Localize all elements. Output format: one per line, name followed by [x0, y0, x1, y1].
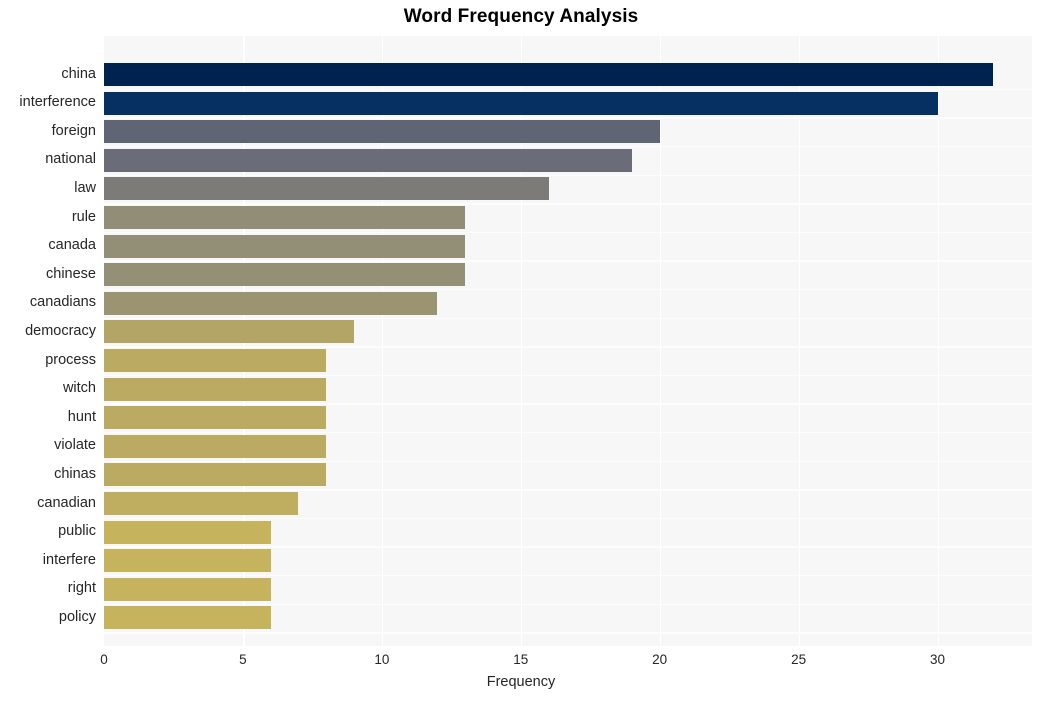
y-axis-tick-label: law	[74, 179, 96, 196]
x-axis-tick-label: 5	[239, 652, 247, 667]
gridline-horizontal	[104, 260, 1032, 262]
y-axis-tick-label: interference	[19, 94, 96, 111]
bar[interactable]	[104, 606, 271, 630]
gridline-horizontal	[104, 317, 1032, 319]
bar[interactable]	[104, 406, 327, 430]
bar[interactable]	[104, 91, 938, 115]
y-axis-tick-label: chinas	[54, 465, 96, 482]
y-axis-tick-label: rule	[71, 208, 96, 225]
y-axis-tick-label: china	[61, 65, 96, 82]
gridline-horizontal	[104, 117, 1032, 119]
x-axis-tick-label: 10	[374, 652, 390, 667]
y-axis-tick-label: canadians	[29, 294, 96, 311]
plot-area	[104, 36, 1032, 646]
y-axis-tick-label: right	[67, 580, 96, 597]
y-axis-tick-label: chinese	[46, 265, 96, 282]
gridline-horizontal	[104, 203, 1032, 205]
y-axis-tick-label: witch	[62, 380, 96, 397]
y-axis-tick-labels: china interference foreign national law rule c…	[0, 0, 96, 701]
gridline-vertical	[798, 36, 801, 646]
gridline-horizontal	[104, 346, 1032, 348]
gridline-horizontal	[104, 88, 1032, 91]
gridline-vertical	[659, 36, 662, 646]
x-axis-tick-label: 30	[930, 652, 946, 667]
bar[interactable]	[104, 177, 549, 201]
y-axis-tick-label: violate	[54, 437, 96, 454]
chart-figure: Word Frequency Analysis china interferenc…	[0, 0, 1042, 701]
gridline-horizontal	[104, 632, 1032, 634]
gridline-horizontal	[104, 432, 1032, 434]
bar[interactable]	[104, 263, 466, 287]
bar[interactable]	[104, 120, 660, 144]
gridline-horizontal	[104, 174, 1032, 176]
gridline-horizontal	[104, 146, 1032, 148]
gridline-horizontal	[104, 575, 1032, 577]
x-axis-tick-label: 20	[652, 652, 668, 667]
bar[interactable]	[104, 549, 271, 573]
bar[interactable]	[104, 63, 994, 86]
bar[interactable]	[104, 577, 271, 601]
gridline-horizontal	[104, 289, 1032, 291]
bar[interactable]	[104, 206, 466, 229]
gridline-horizontal	[104, 460, 1032, 462]
chart-title: Word Frequency Analysis	[403, 6, 639, 27]
bar[interactable]	[104, 492, 299, 515]
y-axis-tick-label: canada	[48, 237, 96, 254]
x-axis-tick-labels: 0 5 10 15 20 25 30	[100, 646, 1032, 676]
gridline-horizontal	[104, 489, 1032, 491]
y-axis-tick-label: national	[45, 151, 96, 168]
gridline-horizontal	[104, 517, 1032, 520]
bar[interactable]	[104, 377, 327, 401]
y-axis-tick-label: canadian	[37, 494, 96, 511]
bar[interactable]	[104, 520, 271, 544]
bar[interactable]	[104, 349, 327, 372]
x-axis-tick-label: 25	[791, 652, 807, 667]
gridline-horizontal	[104, 403, 1032, 405]
bar[interactable]	[104, 148, 632, 172]
x-axis-title: Frequency	[486, 674, 556, 690]
y-axis-tick-label: process	[45, 351, 96, 368]
bar[interactable]	[104, 234, 466, 258]
gridline-vertical	[937, 36, 940, 646]
y-axis-tick-label: foreign	[51, 122, 96, 139]
gridline-horizontal	[104, 231, 1032, 234]
bar[interactable]	[104, 463, 327, 487]
gridline-horizontal	[104, 603, 1032, 605]
bar[interactable]	[104, 320, 355, 344]
x-axis-tick-label: 15	[513, 652, 529, 667]
y-axis-tick-label: policy	[58, 608, 96, 625]
y-axis-tick-label: public	[58, 523, 96, 540]
x-axis-tick-label: 0	[100, 652, 108, 667]
gridline-horizontal	[104, 546, 1032, 548]
y-axis-tick-label: democracy	[25, 322, 96, 339]
bar[interactable]	[104, 291, 438, 315]
y-axis-tick-label: hunt	[67, 408, 96, 425]
bar[interactable]	[104, 434, 327, 458]
y-axis-tick-label: interfere	[42, 551, 96, 568]
gridline-horizontal	[104, 374, 1032, 377]
